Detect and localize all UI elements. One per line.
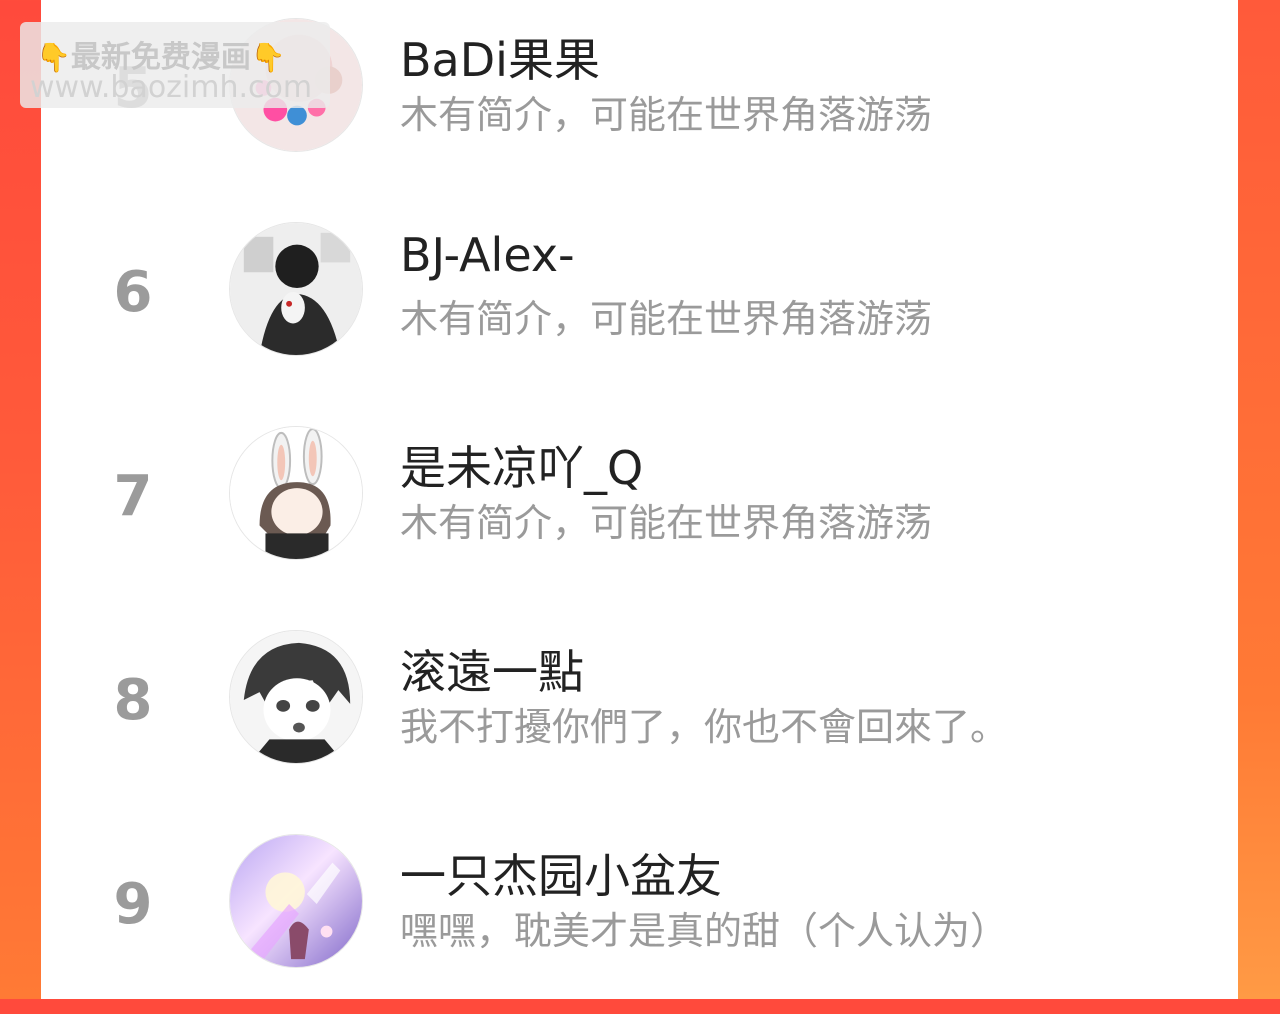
user-bio: 我不打擾你們了，你也不會回來了。 bbox=[400, 705, 1009, 749]
rank-number: 6 bbox=[113, 260, 153, 325]
user-bio: 嘿嘿，耽美才是真的甜（个人认为） bbox=[400, 909, 1009, 953]
user-bio: 木有简介，可能在世界角落游荡 bbox=[400, 501, 933, 545]
user-name[interactable]: 一只杰园小盆友 bbox=[400, 840, 722, 906]
avatar[interactable] bbox=[229, 222, 363, 356]
user-name[interactable]: 是未凉吖_Q bbox=[400, 432, 643, 498]
user-name[interactable]: BaDi果果 bbox=[400, 24, 600, 90]
avatar-image-icon bbox=[230, 223, 362, 355]
user-bio: 木有简介，可能在世界角落游荡 bbox=[400, 93, 933, 137]
user-bio: 木有简介，可能在世界角落游荡 bbox=[400, 297, 933, 341]
avatar-image-icon bbox=[230, 631, 362, 763]
rank-number: 9 bbox=[113, 872, 153, 937]
ranking-row[interactable]: 8 滚遠一點 我不打擾你們了，你也不會回來了。 bbox=[41, 630, 1238, 810]
user-name[interactable]: 滚遠一點 bbox=[400, 636, 584, 702]
avatar[interactable] bbox=[229, 630, 363, 764]
user-name[interactable]: BJ-Alex- bbox=[400, 228, 575, 282]
watermark-url: www.baozimh.com bbox=[30, 70, 313, 105]
ranking-row[interactable]: 6 BJ-Alex- 木有简介，可能在世界角落游荡 bbox=[41, 222, 1238, 402]
ranking-list-card: 5 BaDi果果 木有简介，可能在世界角落游荡 6 bbox=[41, 0, 1238, 999]
ranking-row[interactable]: 7 是未凉吖_Q 木有简介，可能在世界角落游荡 bbox=[41, 426, 1238, 606]
avatar-image-icon bbox=[230, 427, 362, 559]
rank-number: 7 bbox=[113, 464, 153, 529]
ranking-row[interactable]: 9 一只杰园小盆友 嘿嘿，耽美才是真的甜（个人认为） bbox=[41, 834, 1238, 1014]
rank-number: 8 bbox=[113, 668, 153, 733]
avatar[interactable] bbox=[229, 834, 363, 968]
avatar[interactable] bbox=[229, 426, 363, 560]
avatar-image-icon bbox=[230, 835, 362, 967]
watermark-overlay: 👇最新免费漫画👇 www.baozimh.com bbox=[20, 22, 330, 108]
right-background-strip bbox=[1238, 0, 1280, 999]
